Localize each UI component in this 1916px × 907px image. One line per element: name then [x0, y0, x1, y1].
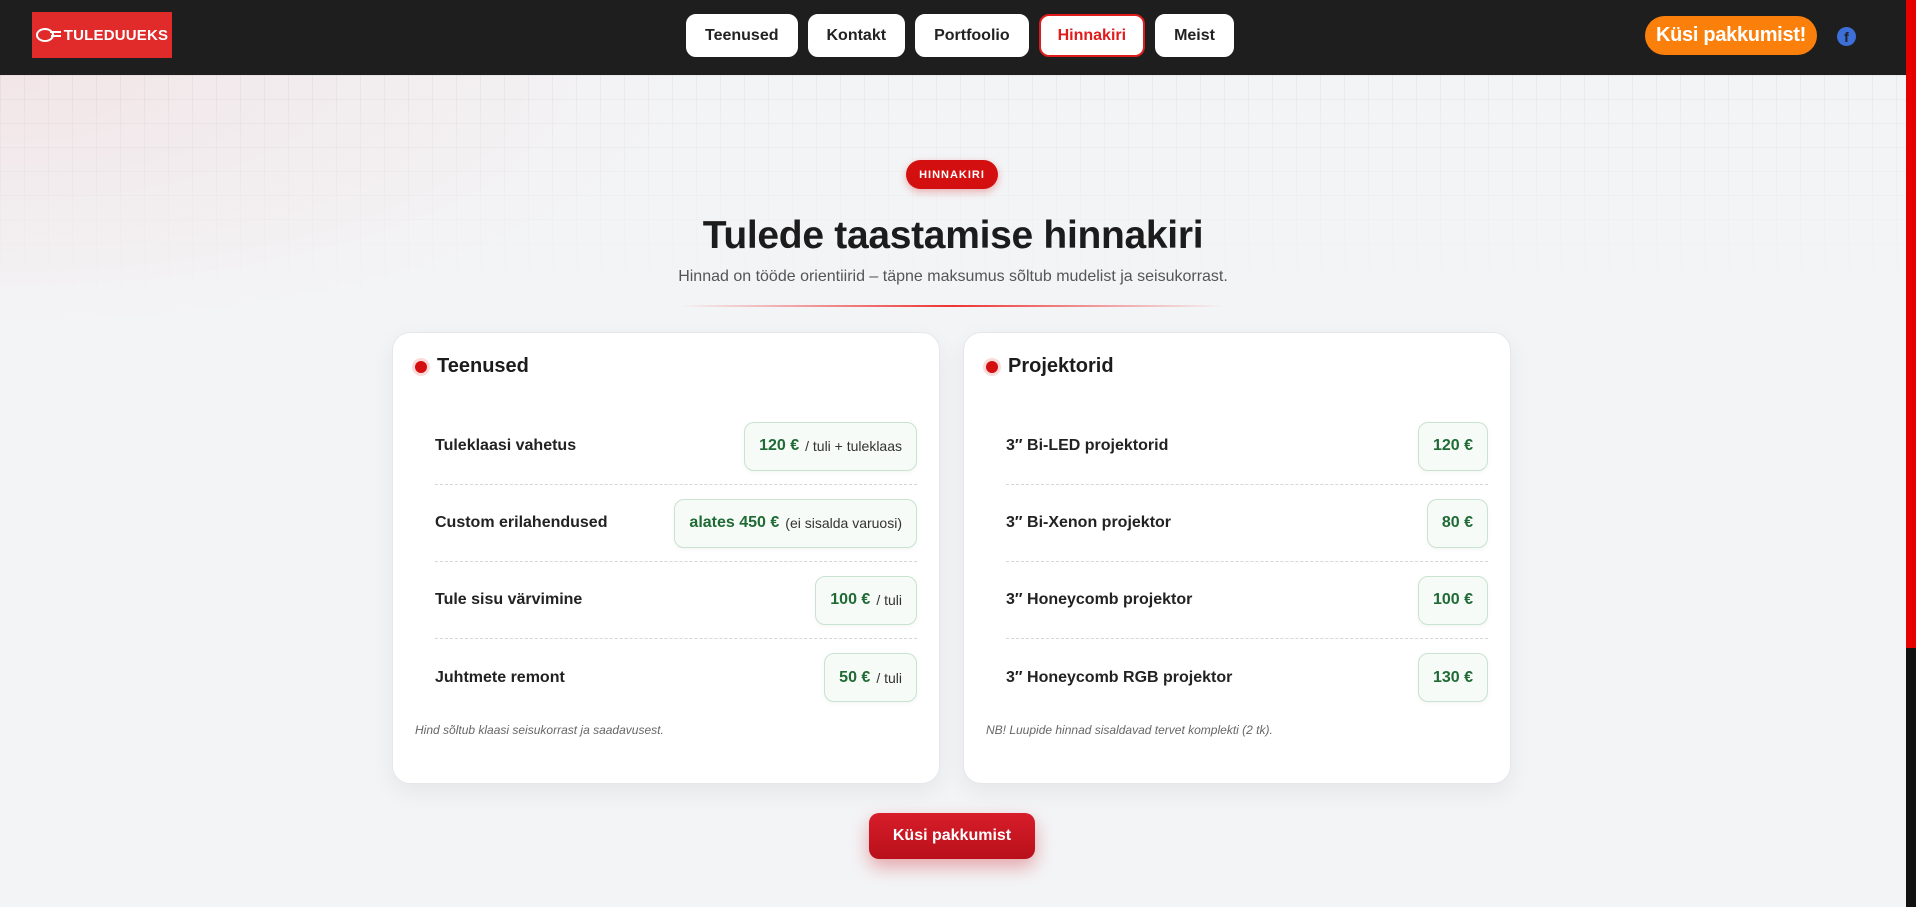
bullet-dot-icon	[986, 360, 998, 373]
nav-teenused[interactable]: Teenused	[686, 14, 798, 57]
scrollbar-thumb[interactable]	[1906, 648, 1916, 907]
price-unit: (ei sisalda varuosi)	[785, 515, 902, 531]
scrollbar-track[interactable]	[1906, 0, 1916, 648]
price-unit: / tuli	[876, 669, 902, 686]
price-pill: alates 450 € (ei sisalda varuosi)	[674, 498, 917, 548]
price-row: Tule sisu värvimine 100 € / tuli	[435, 562, 917, 639]
price-pill: 50 € / tuli	[824, 653, 917, 702]
price-row: 3″ Honeycomb RGB projektor 130 €	[1006, 639, 1488, 716]
service-name: Juhtmete remont	[435, 668, 565, 686]
card-title: Projektorid	[1008, 355, 1114, 377]
facebook-icon[interactable]: f	[1837, 27, 1856, 46]
nav-hinnakiri[interactable]: Hinnakiri	[1038, 14, 1146, 57]
price-row: Tuleklaasi vahetus 120 € / tuli + tulekl…	[435, 408, 917, 485]
price-list: Tuleklaasi vahetus 120 € / tuli + tulekl…	[435, 408, 917, 716]
card-footnote: NB! Luupide hinnad sisaldavad tervet kom…	[986, 723, 1273, 737]
card-heading: Teenused	[415, 355, 529, 378]
price-row: Custom erilahendused alates 450 € (ei si…	[435, 485, 917, 562]
headlight-logo-icon	[35, 28, 61, 42]
price-value: alates 450 €	[689, 514, 780, 531]
section-badge: HINNAKIRI	[906, 160, 998, 189]
price-pill: 100 €	[1417, 575, 1488, 625]
projector-name: 3″ Honeycomb projektor	[1006, 591, 1193, 608]
price-list: 3″ Bi-LED projektorid 120 € 3″ Bi-Xenon …	[1006, 408, 1488, 716]
price-unit: / tuli	[876, 592, 902, 608]
price-value: 100 €	[1432, 591, 1473, 608]
bullet-dot-icon	[415, 360, 427, 373]
price-row: Juhtmete remont 50 € / tuli	[435, 639, 917, 716]
service-name: Tule sisu värvimine	[435, 591, 583, 608]
request-quote-button[interactable]: Küsi pakkumist!	[1645, 16, 1817, 55]
price-pill: 100 € / tuli	[815, 575, 917, 625]
nav-portfoolio[interactable]: Portfoolio	[915, 14, 1029, 57]
price-value: 80 €	[1441, 514, 1473, 531]
price-pill: 130 €	[1417, 653, 1488, 702]
main-nav: Teenused Kontakt Portfoolio Hinnakiri Me…	[686, 14, 1234, 57]
card-heading: Projektorid	[986, 355, 1114, 378]
nav-kontakt[interactable]: Kontakt	[807, 14, 906, 57]
projector-name: 3″ Bi-LED projektorid	[1006, 437, 1169, 454]
price-unit: / tuli + tuleklaas	[805, 438, 902, 454]
price-pill: 120 € / tuli + tuleklaas	[744, 421, 917, 471]
brand-logo[interactable]: TULEDUUEKS	[32, 12, 172, 58]
price-row: 3″ Bi-LED projektorid 120 €	[1006, 408, 1488, 485]
price-pill: 120 €	[1417, 421, 1488, 471]
top-navbar: TULEDUUEKS Teenused Kontakt Portfoolio H…	[0, 0, 1906, 75]
projector-name: 3″ Honeycomb RGB projektor	[1006, 668, 1233, 686]
price-value: 120 €	[759, 437, 800, 454]
price-pill: 80 €	[1426, 498, 1488, 548]
projector-name: 3″ Bi-Xenon projektor	[1006, 514, 1172, 531]
price-value: 50 €	[839, 668, 871, 686]
page-subtitle: Hinnad on tööde orientiirid – täpne maks…	[678, 268, 1228, 285]
price-value: 120 €	[1432, 437, 1473, 454]
title-divider	[680, 305, 1225, 307]
service-name: Tuleklaasi vahetus	[435, 437, 577, 454]
services-price-card: Teenused Tuleklaasi vahetus 120 € / tuli…	[392, 332, 940, 784]
nav-meist[interactable]: Meist	[1155, 14, 1234, 57]
price-value: 130 €	[1432, 668, 1473, 686]
projectors-price-card: Projektorid 3″ Bi-LED projektorid 120 € …	[963, 332, 1511, 784]
card-title: Teenused	[437, 355, 529, 377]
price-value: 100 €	[830, 591, 871, 608]
logo-text: TULEDUUEKS	[63, 26, 169, 44]
request-quote-bottom-button[interactable]: Küsi pakkumist	[869, 813, 1035, 859]
price-row: 3″ Bi-Xenon projektor 80 €	[1006, 485, 1488, 562]
service-name: Custom erilahendused	[435, 514, 608, 531]
price-row: 3″ Honeycomb projektor 100 €	[1006, 562, 1488, 639]
page-title: Tulede taastamise hinnakiri	[702, 214, 1204, 257]
card-footnote: Hind sõltub klaasi seisukorrast ja saada…	[415, 723, 664, 737]
